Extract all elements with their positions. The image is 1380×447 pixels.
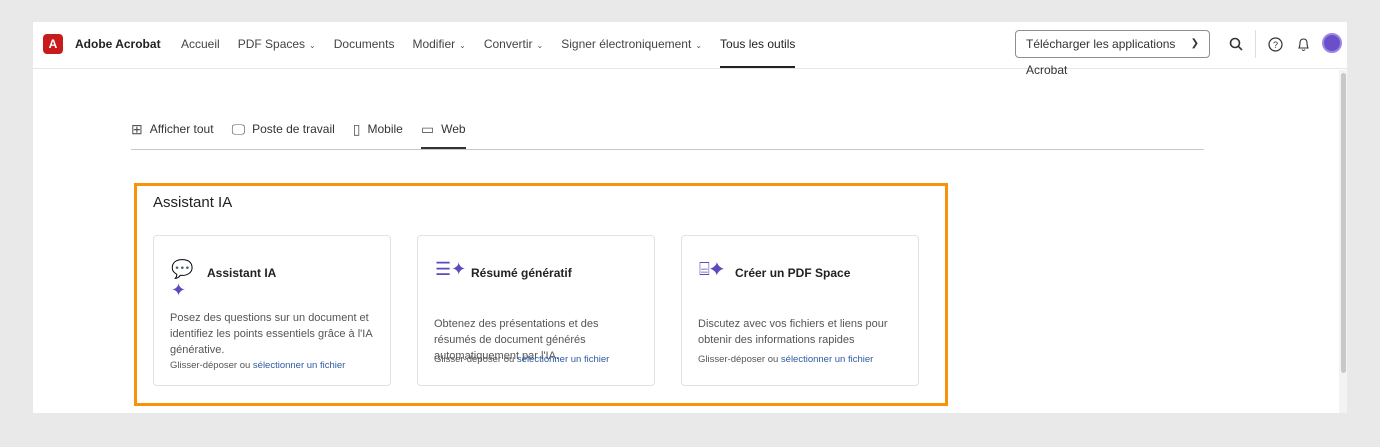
tab-label: Mobile xyxy=(367,122,403,136)
select-file-link[interactable]: sélectionner un fichier xyxy=(253,360,345,371)
select-file-link[interactable]: sélectionner un fichier xyxy=(517,354,609,365)
bell-icon[interactable] xyxy=(1297,37,1310,52)
nav-label: Modifier xyxy=(412,37,456,51)
drop-text: Glisser-déposer ou xyxy=(698,354,781,365)
tool-card-resume-generatif[interactable]: ☰✦ Résumé génératif Obtenez des présenta… xyxy=(417,235,655,386)
user-avatar[interactable] xyxy=(1322,33,1342,53)
svg-text:?: ? xyxy=(1273,40,1278,50)
card-dropzone: Glisser-déposer ou sélectionner un fichi… xyxy=(698,354,873,365)
tool-card-assistant-ia[interactable]: 💬✦ Assistant IA Posez des questions sur … xyxy=(153,235,391,386)
mobile-icon: ▯ xyxy=(352,120,361,137)
nav-label: Documents xyxy=(333,37,395,51)
card-title: Créer un PDF Space xyxy=(735,266,851,280)
nav-menu: Accueil PDF Spaces ⌄ Documents Modifier ⌄ … xyxy=(181,22,796,69)
top-nav: A Adobe Acrobat Accueil PDF Spaces ⌄ Docu… xyxy=(33,22,1347,77)
tool-card-creer-pdf-space[interactable]: ⌸✦ Créer un PDF Space Discutez avec vos … xyxy=(681,235,919,386)
help-icon[interactable]: ? xyxy=(1268,37,1283,52)
platform-tabs: ⊞ Afficher tout 🖵 Poste de travail ▯ Mobile… xyxy=(131,112,1204,150)
nav-label: Convertir xyxy=(483,37,533,51)
chevron-down-icon: ❯ xyxy=(1190,38,1199,49)
nav-modifier[interactable]: Modifier ⌄ xyxy=(412,22,465,69)
nav-documents[interactable]: Documents xyxy=(334,22,395,69)
divider xyxy=(1255,30,1256,58)
search-icon[interactable] xyxy=(1229,37,1243,51)
nav-label: PDF Spaces xyxy=(237,37,306,51)
download-label: Télécharger les applications Acrobat xyxy=(1026,37,1176,77)
browser-icon: ▭ xyxy=(420,120,435,137)
scrollbar[interactable] xyxy=(1339,70,1347,413)
tab-web[interactable]: ▭ Web xyxy=(420,112,466,149)
nav-label: Tous les outils xyxy=(720,37,796,51)
card-title: Résumé génératif xyxy=(471,266,572,280)
ai-summary-icon: ☰✦ xyxy=(435,259,467,279)
desktop-icon: 🖵 xyxy=(231,120,246,137)
grid-icon: ⊞ xyxy=(131,120,143,137)
tab-mobile[interactable]: ▯ Mobile xyxy=(353,112,403,148)
card-dropzone: Glisser-déposer ou sélectionner un fichi… xyxy=(170,360,345,371)
tab-label: Afficher tout xyxy=(149,122,214,136)
tab-afficher-tout[interactable]: ⊞ Afficher tout xyxy=(131,112,214,148)
chevron-down-icon: ⌄ xyxy=(309,41,316,50)
card-title: Assistant IA xyxy=(207,266,277,280)
drop-text: Glisser-déposer ou xyxy=(434,354,517,365)
app-window: A Adobe Acrobat Accueil PDF Spaces ⌄ Docu… xyxy=(33,22,1347,413)
section-title: Assistant IA xyxy=(153,194,233,211)
highlighted-section: Assistant IA 💬✦ Assistant IA Posez des q… xyxy=(134,183,948,406)
card-description: Discutez avec vos fichiers et liens pour… xyxy=(698,318,888,346)
nav-signer[interactable]: Signer électroniquement ⌄ xyxy=(561,22,702,69)
pdf-space-icon: ⌸✦ xyxy=(699,259,725,279)
nav-label: Signer électroniquement xyxy=(561,37,692,51)
ai-chat-icon: 💬✦ xyxy=(171,259,194,300)
nav-accueil[interactable]: Accueil xyxy=(181,22,220,69)
acrobat-logo-icon[interactable]: A xyxy=(43,34,63,54)
nav-convertir[interactable]: Convertir ⌄ xyxy=(484,22,543,69)
drop-text: Glisser-déposer ou xyxy=(170,360,253,371)
tab-label: Web xyxy=(441,122,466,136)
download-apps-dropdown[interactable]: Télécharger les applications Acrobat ❯ xyxy=(1015,30,1210,77)
chevron-down-icon: ⌄ xyxy=(695,41,703,50)
scrollbar-thumb[interactable] xyxy=(1341,73,1346,373)
card-dropzone: Glisser-déposer ou sélectionner un fichi… xyxy=(434,354,609,365)
brand-name[interactable]: Adobe Acrobat xyxy=(75,37,161,51)
tab-poste-de-travail[interactable]: 🖵 Poste de travail xyxy=(232,112,335,148)
chevron-down-icon: ⌄ xyxy=(459,41,466,50)
card-description: Posez des questions sur un document et i… xyxy=(170,312,373,356)
chevron-down-icon: ⌄ xyxy=(536,41,544,50)
select-file-link[interactable]: sélectionner un fichier xyxy=(781,354,873,365)
nav-pdf-spaces[interactable]: PDF Spaces ⌄ xyxy=(238,22,316,69)
nav-label: Accueil xyxy=(181,37,220,51)
tab-label: Poste de travail xyxy=(252,122,335,136)
nav-tous-les-outils[interactable]: Tous les outils xyxy=(720,22,796,69)
